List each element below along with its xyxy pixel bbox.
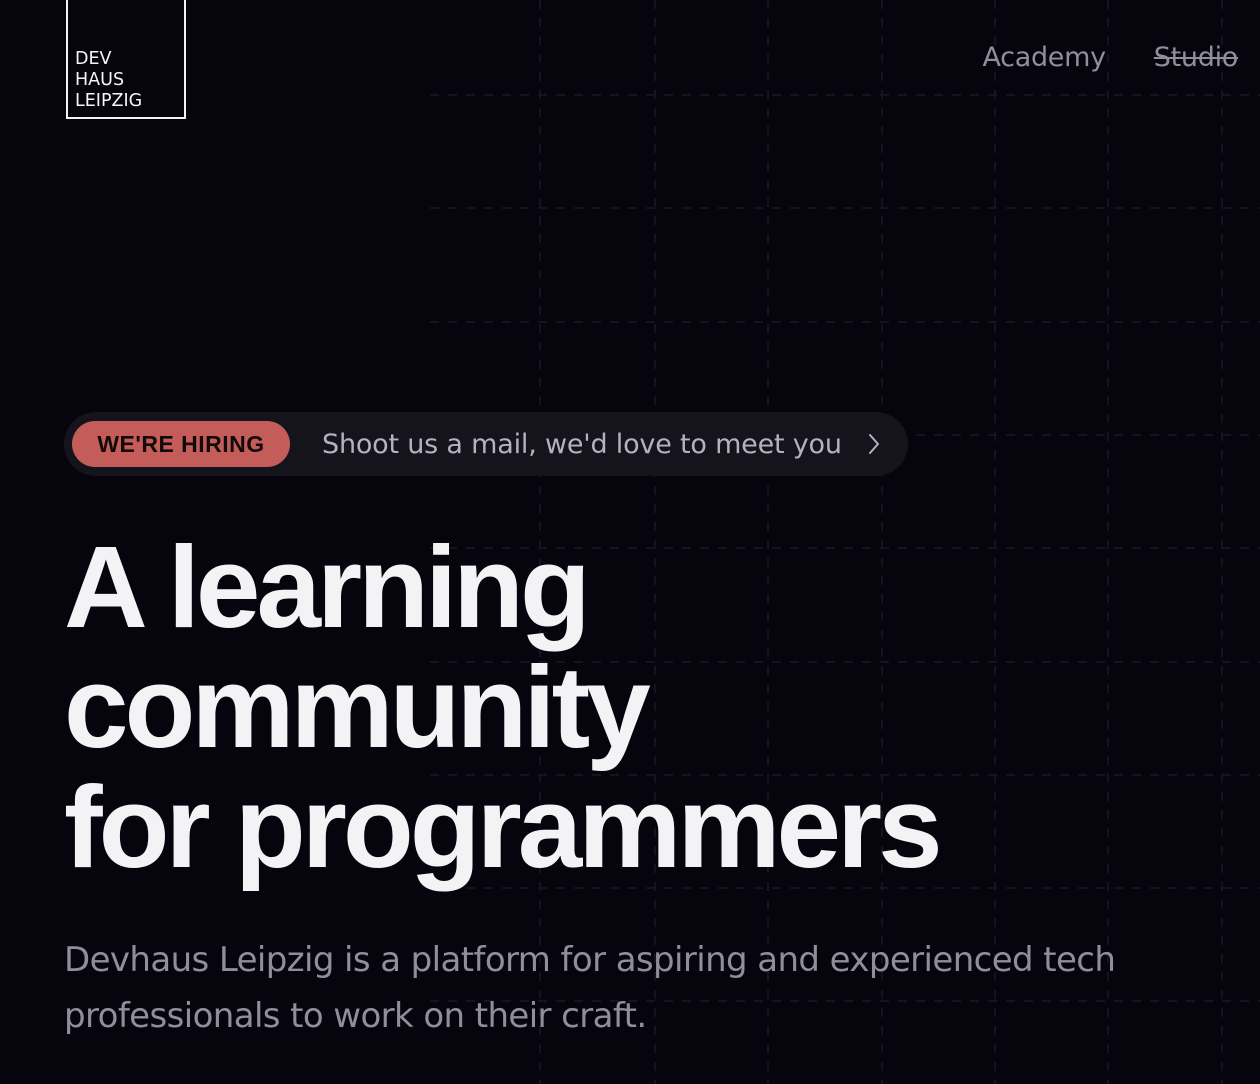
hero-description: Devhaus Leipzig is a platform for aspiri…	[64, 940, 1116, 1036]
chevron-right-icon	[868, 434, 879, 454]
announcement-text: Shoot us a mail, we'd love to meet you	[322, 428, 842, 460]
hiring-badge: WE'RE HIRING	[72, 421, 290, 467]
top-nav: Academy Studio	[982, 42, 1238, 73]
headline-line: community	[64, 642, 651, 772]
headline-line: for programmers	[64, 762, 943, 892]
logo[interactable]: DEV HAUS LEIPZIG	[66, 0, 186, 119]
headline-line: A learning	[64, 522, 591, 652]
logo-line: DEV	[75, 49, 112, 69]
nav-academy-link[interactable]: Academy	[982, 42, 1106, 73]
hiring-announcement[interactable]: WE'RE HIRING Shoot us a mail, we'd love …	[64, 412, 908, 476]
logo-text: DEV HAUS LEIPZIG	[75, 49, 142, 112]
logo-line: LEIPZIG	[75, 91, 143, 111]
hero-headline: A learning community for programmers	[64, 522, 943, 892]
logo-line: HAUS	[75, 70, 125, 90]
nav-studio-link[interactable]: Studio	[1154, 42, 1239, 73]
